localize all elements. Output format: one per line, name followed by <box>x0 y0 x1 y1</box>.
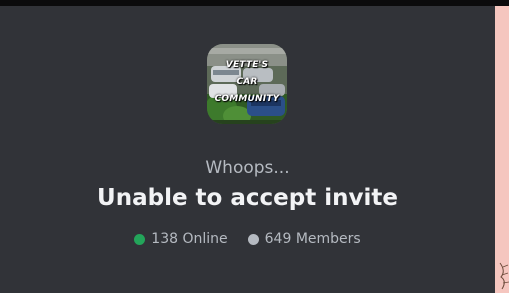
online-count: 138 Online <box>151 231 228 247</box>
online-status-dot-icon <box>134 233 146 245</box>
guild-stats: 138 Online 649 Members <box>0 231 495 247</box>
members-stat: 649 Members <box>247 231 361 247</box>
online-stat: 138 Online <box>134 231 228 247</box>
guild-name-line-2: CAR <box>236 77 258 87</box>
decorative-leaf-icon <box>499 262 509 290</box>
invite-error-title: Unable to accept invite <box>97 185 398 211</box>
guild-name-line-1: VETTE'S <box>225 60 269 70</box>
guild-icon: VETTE'S CAR COMMUNITY <box>207 44 287 124</box>
guild-name-line-3: COMMUNITY <box>214 94 280 104</box>
members-status-dot-icon <box>247 233 259 245</box>
background-edge <box>495 6 509 293</box>
member-count: 649 Members <box>264 231 361 247</box>
invite-subtitle: Whoops... <box>205 158 290 178</box>
